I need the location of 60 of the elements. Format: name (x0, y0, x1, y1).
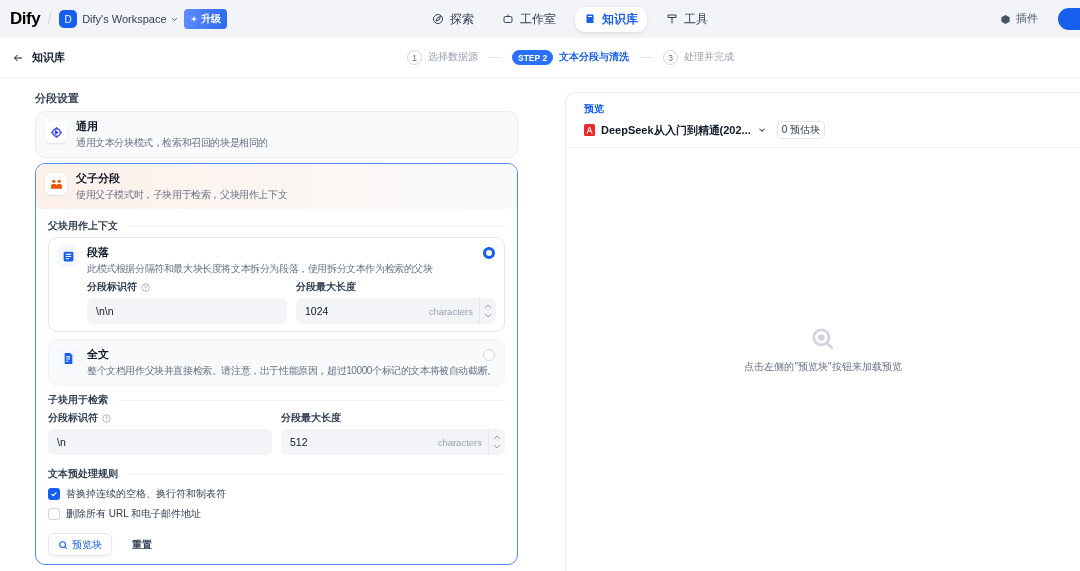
section-title: 父块用作上下文 (48, 219, 118, 233)
chunk-count: 0 预估块 (776, 121, 826, 139)
section-title: 分段设置 (35, 92, 80, 106)
logo[interactable]: Dify (10, 9, 41, 29)
empty-message: 点击左侧的"预览块"按钮来加载预览 (744, 359, 902, 374)
step-label: 文本分段与清洗 (559, 51, 630, 64)
mode-card[interactable] (35, 163, 518, 565)
option-card[interactable]: 段落 此模式根据分隔符和最大块长度将文本拆分为段落，使用拆分文本作为检索的父块 分段标识符 \n\n 分段最大长度 1024 characters (48, 237, 505, 332)
step-marker: STEP 2 (512, 50, 554, 65)
pdf-icon (584, 124, 595, 136)
checkmark-icon (50, 490, 58, 498)
field-label: 分段标识符 (87, 280, 137, 294)
workspace-avatar: D (59, 10, 78, 28)
section-title: 子块用于检索 (48, 393, 108, 407)
number-field[interactable]: 512 characters (281, 429, 505, 455)
option-description: 此模式根据分隔符和最大块长度将文本拆分为段落，使用拆分文本作为检索的父块 (87, 262, 433, 276)
field-label: 分段标识符 (48, 411, 98, 425)
mode-description: 使用父子模式时，子块用于检索，父块用作上下文 (76, 188, 288, 202)
workspace-selector[interactable]: Dify's Workspace (82, 13, 179, 25)
option-title: 全文 (87, 347, 109, 362)
option-title: 段落 (87, 245, 109, 260)
checkbox-label: 替换掉连续的空格、换行符和制表符 (66, 487, 226, 501)
file-selector[interactable]: DeepSeek从入门到精通(202... (601, 122, 751, 138)
user-avatar[interactable] (1058, 8, 1080, 30)
option-description: 整个文档用作父块并直接检索。请注意，出于性能原因，超过10000个标记的文本将被自动截断。 (87, 364, 497, 378)
nav-tab[interactable]: 工作室 (492, 6, 565, 32)
nav-tab[interactable]: 探索 (422, 6, 483, 32)
people-icon (49, 177, 63, 191)
search-icon (810, 325, 836, 352)
step-label: 处理并完成 (684, 51, 735, 64)
mode-title: 通用 (76, 119, 98, 134)
checkbox[interactable] (48, 508, 60, 520)
paragraph-icon (61, 249, 75, 263)
sparkle-icon (189, 15, 198, 23)
option-card[interactable]: 全文 整个文档用作父块并直接检索。请注意，出于性能原因，超过10000个标记的文本将被自动截断。 (48, 339, 505, 386)
field-label: 分段最大长度 (281, 411, 341, 425)
hammer-icon (665, 13, 678, 25)
text-field[interactable]: \n\n (87, 298, 287, 324)
field-label: 分段最大长度 (296, 280, 356, 294)
nav-tab[interactable]: 知识库 (574, 6, 647, 32)
preview-button[interactable]: 预览块 (48, 533, 112, 556)
radio[interactable] (483, 247, 495, 259)
robot-icon (501, 13, 514, 25)
section-title: 文本预处理规则 (48, 467, 118, 481)
mode-title: 父子分段 (76, 171, 120, 186)
checkbox-label: 删除所有 URL 和电子邮件地址 (66, 507, 202, 521)
reset-button[interactable]: 重置 (128, 533, 156, 556)
preview-label: 预览 (584, 102, 604, 116)
compass-icon (431, 13, 444, 25)
back-link[interactable]: 知识库 (12, 50, 65, 65)
number-field[interactable]: 1024 characters (296, 298, 496, 324)
text-field[interactable]: \n (48, 429, 272, 455)
mode-description: 通用文本分块模式，检索和召回的块是相同的 (76, 136, 268, 150)
upgrade-button[interactable]: 升级 (183, 9, 227, 29)
plugins-button[interactable]: 插件 (994, 11, 1044, 27)
search-icon (58, 539, 68, 550)
step-label: 选择数据源 (428, 51, 478, 64)
mode-card[interactable]: 通用 通用文本分块模式，检索和召回的块是相同的 (35, 111, 518, 158)
nav-tab[interactable]: 工具 (656, 6, 717, 32)
checkbox[interactable] (48, 488, 60, 500)
